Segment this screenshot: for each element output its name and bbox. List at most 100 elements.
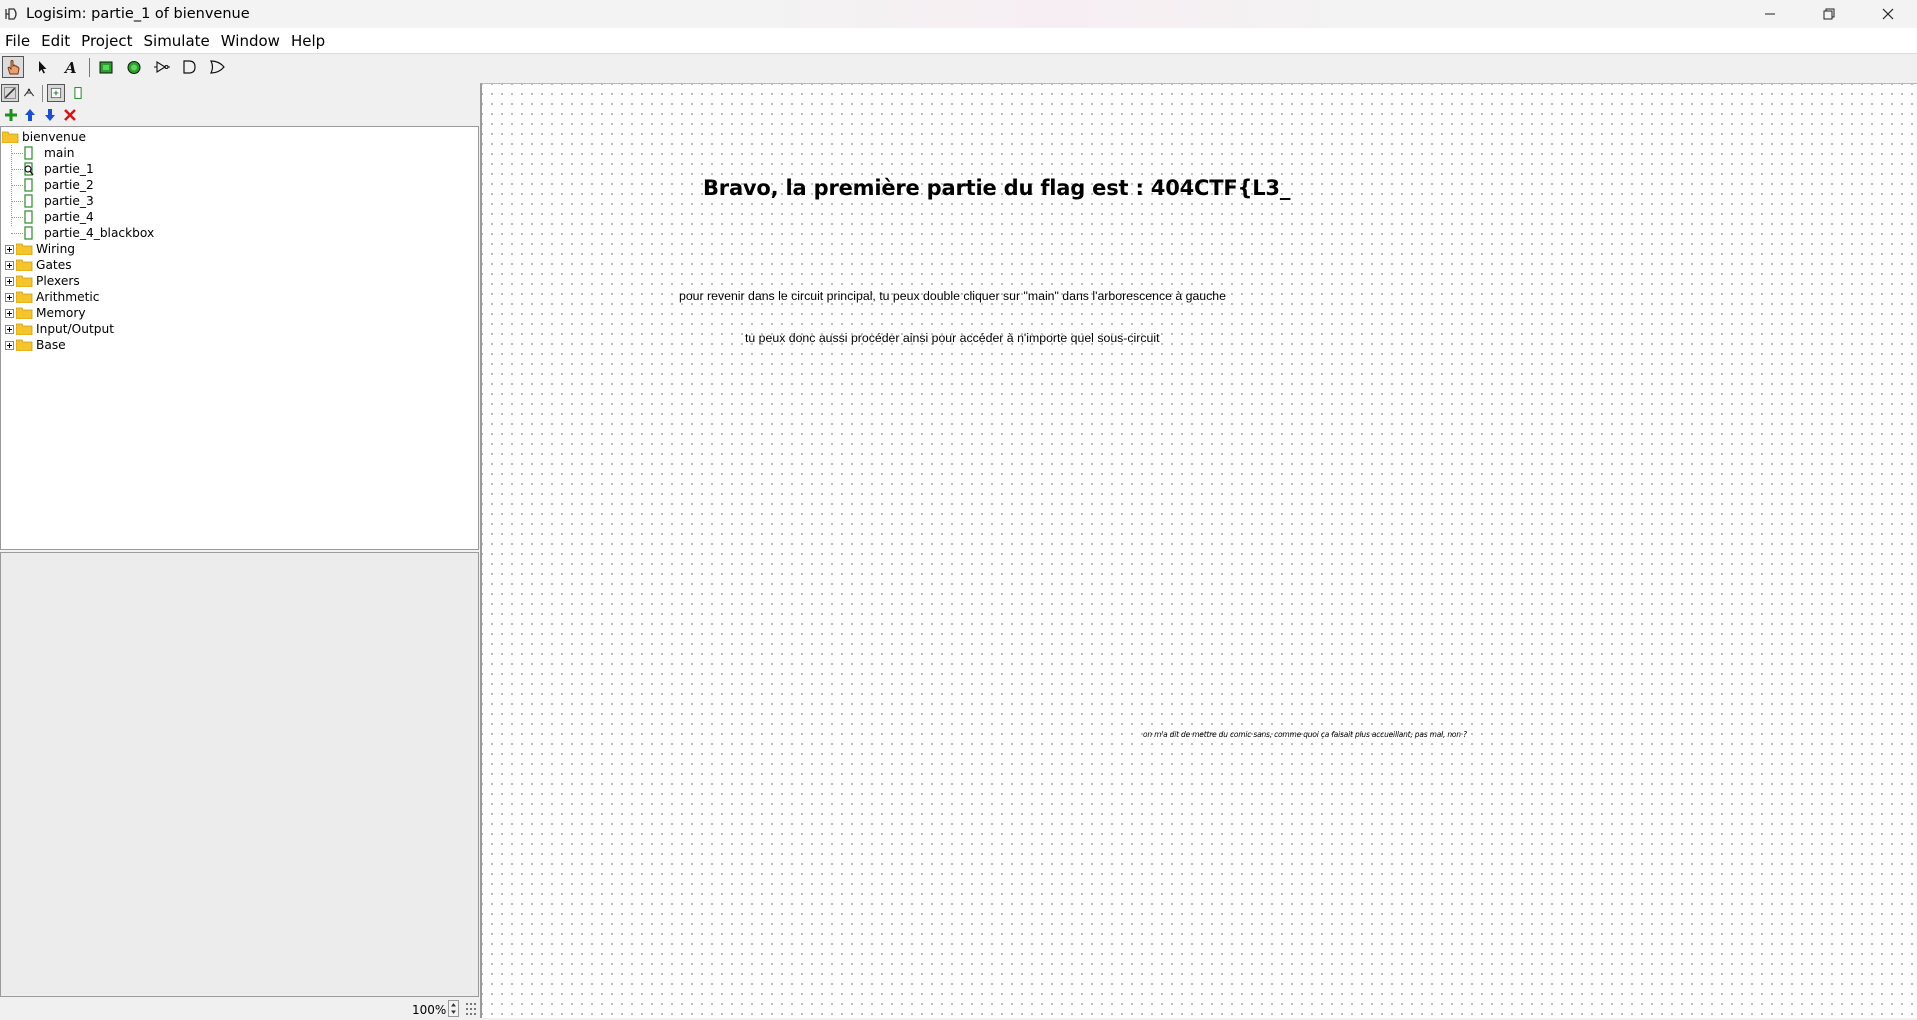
- red-x-icon: [64, 109, 76, 121]
- circuit-icon: [24, 178, 33, 192]
- zoom-level: 100%: [412, 1003, 447, 1017]
- circuit-label: partie_4_blackbox: [44, 226, 155, 240]
- and-gate-tool[interactable]: [178, 56, 200, 78]
- library-label: Plexers: [36, 274, 80, 288]
- and-gate-icon: [183, 60, 196, 74]
- tree-circuit-partie-3[interactable]: partie_3: [11, 193, 94, 209]
- or-gate-icon: [210, 60, 225, 74]
- folder-icon: [15, 243, 33, 256]
- title-bar: Logisim: partie_1 of bienvenue: [0, 0, 1917, 28]
- library-label: Gates: [36, 258, 72, 272]
- expand-plus-icon[interactable]: [5, 308, 14, 318]
- simulation-tree-icon: [23, 88, 35, 97]
- toolbox-icon: [4, 87, 16, 99]
- tree-library-plexers[interactable]: Plexers: [5, 273, 80, 289]
- menu-edit[interactable]: Edit: [37, 32, 74, 50]
- menu-help[interactable]: Help: [287, 32, 329, 50]
- circuit-icon: [24, 146, 33, 160]
- layout-grid-icon: [50, 87, 62, 99]
- canvas-instruction-text[interactable]: pour revenir dans le circuit principal, …: [679, 289, 1226, 303]
- canvas-small-note[interactable]: on m'a dit de mettre du comic sans, comm…: [1143, 730, 1467, 739]
- tree-project-root[interactable]: bienvenue: [1, 129, 87, 145]
- add-circuit-button[interactable]: [3, 107, 19, 123]
- folder-icon: [15, 275, 33, 288]
- restore-icon: [1823, 8, 1835, 20]
- svg-text:A: A: [63, 59, 77, 76]
- expand-plus-icon[interactable]: [5, 244, 14, 254]
- minimize-button[interactable]: [1741, 0, 1799, 28]
- toolbar-separator: [42, 85, 43, 102]
- expand-plus-icon[interactable]: [5, 276, 14, 286]
- attribute-table-pane: [0, 552, 479, 997]
- minimize-icon: [1765, 13, 1775, 15]
- canvas-heading-text[interactable]: Bravo, la première partie du flag est : …: [703, 176, 1290, 200]
- tree-circuit-partie-1[interactable]: partie_1: [11, 161, 94, 177]
- project-name: bienvenue: [22, 130, 87, 144]
- menu-file[interactable]: File: [0, 32, 34, 50]
- menu-bar: File Edit Project Simulate Window Help: [0, 28, 1917, 54]
- remove-circuit-button[interactable]: [62, 107, 78, 123]
- tree-circuit-main[interactable]: main: [11, 145, 74, 161]
- select-tool-button[interactable]: [31, 56, 53, 78]
- menu-window[interactable]: Window: [217, 32, 284, 50]
- input-pin-tool[interactable]: [95, 56, 117, 78]
- close-icon: [1882, 8, 1894, 20]
- window-title: Logisim: partie_1 of bienvenue: [26, 6, 250, 22]
- tree-library-arithmetic[interactable]: Arithmetic: [5, 289, 99, 305]
- move-up-button[interactable]: [22, 107, 38, 123]
- library-label: Wiring: [36, 242, 76, 256]
- close-button[interactable]: [1859, 0, 1917, 28]
- canvas-instruction-text-2[interactable]: tu peux donc aussi procéder ainsi pour a…: [745, 331, 1160, 345]
- or-gate-tool[interactable]: [206, 56, 228, 78]
- tree-library-wiring[interactable]: Wiring: [5, 241, 75, 257]
- tree-circuit-partie-4[interactable]: partie_4: [11, 209, 94, 225]
- poke-hand-icon: [7, 60, 20, 75]
- tree-library-input-output[interactable]: Input/Output: [5, 321, 114, 337]
- circuit-label: partie_3: [44, 194, 94, 208]
- expand-plus-icon[interactable]: [5, 324, 14, 334]
- layout-view-button[interactable]: [47, 84, 65, 102]
- move-down-button[interactable]: [42, 107, 58, 123]
- menu-project[interactable]: Project: [77, 32, 136, 50]
- input-pin-icon: [99, 61, 113, 74]
- circuit-label: partie_2: [44, 178, 94, 192]
- folder-icon: [15, 291, 33, 304]
- toolbar-separator: [89, 58, 90, 77]
- circuit-icon: [24, 210, 33, 224]
- tree-library-memory[interactable]: Memory: [5, 305, 86, 321]
- menu-simulate[interactable]: Simulate: [140, 32, 214, 50]
- poke-tool-button[interactable]: [2, 56, 24, 78]
- arrow-down-icon: [45, 109, 55, 121]
- circuit-canvas[interactable]: Bravo, la première partie du flag est : …: [480, 83, 1917, 1018]
- folder-icon: [15, 259, 33, 272]
- appearance-view-button[interactable]: [69, 84, 87, 102]
- toolbox-view-button[interactable]: [1, 84, 19, 102]
- zoom-spinner[interactable]: [448, 1000, 459, 1017]
- tree-circuit-partie-4-blackbox[interactable]: partie_4_blackbox: [11, 225, 154, 241]
- circuit-icon: [24, 194, 33, 208]
- restore-button[interactable]: [1800, 0, 1858, 28]
- library-label: Memory: [36, 306, 86, 320]
- text-tool-button[interactable]: A: [60, 56, 82, 78]
- output-pin-tool[interactable]: [123, 56, 145, 78]
- expand-plus-icon[interactable]: [5, 260, 14, 270]
- view-toolbar: [0, 82, 480, 104]
- output-pin-icon: [127, 61, 141, 74]
- text-a-icon: A: [63, 59, 77, 76]
- expand-plus-icon[interactable]: [5, 292, 14, 302]
- simulation-view-button[interactable]: [20, 84, 38, 102]
- tree-library-gates[interactable]: Gates: [5, 257, 72, 273]
- expand-plus-icon[interactable]: [5, 340, 14, 350]
- circuit-label: partie_4: [44, 210, 94, 224]
- tree-library-base[interactable]: Base: [5, 337, 66, 353]
- tree-circuit-partie-2[interactable]: partie_2: [11, 177, 94, 193]
- library-label: Arithmetic: [36, 290, 100, 304]
- folder-icon: [15, 323, 33, 336]
- grid-toggle-icon[interactable]: [465, 1002, 477, 1016]
- not-gate-tool[interactable]: [151, 56, 173, 78]
- not-gate-icon: [154, 61, 170, 73]
- appearance-chip-icon: [74, 87, 82, 99]
- arrow-up-icon: [25, 109, 35, 121]
- explorer-tree[interactable]: bienvenue main partie_1 partie_2 partie_…: [0, 126, 479, 550]
- plus-icon: [5, 109, 17, 121]
